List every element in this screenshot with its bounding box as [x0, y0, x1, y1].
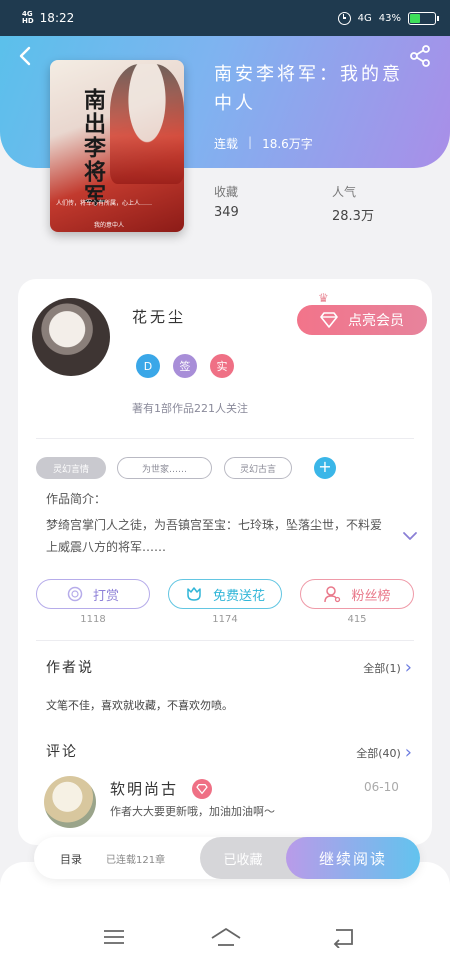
tip-label: 打赏 — [92, 588, 119, 604]
cover-illustration — [110, 64, 184, 184]
book-title: 南安李将军：我的意中人 — [214, 64, 403, 114]
battery-fill — [410, 13, 421, 23]
comment-user[interactable]: 软明尚古 — [110, 778, 178, 799]
cover-blurb: 人们传，将军心有所属，心上人…… — [56, 200, 153, 207]
vip-label: 点亮会员 — [348, 313, 404, 329]
fans-label: 粉丝榜 — [351, 588, 391, 604]
catalog-status: 已连载121章 — [106, 855, 166, 866]
cover-subtitle: 我的意中人 — [94, 222, 125, 229]
fans-button[interactable]: 粉丝榜 — [300, 579, 414, 609]
book-status-line: 连载 | 18.6万字 — [214, 135, 313, 152]
flower-icon — [187, 587, 201, 601]
fans-count: 415 — [347, 614, 367, 625]
tip-count: 1118 — [80, 614, 106, 625]
back-arrow-icon — [19, 46, 31, 66]
home-icon[interactable] — [210, 926, 242, 950]
vip-button[interactable]: 点亮会员 — [297, 305, 427, 335]
coin-icon — [67, 586, 83, 602]
badge-signed: 签 — [173, 354, 197, 378]
flower-label: 免费送花 — [212, 588, 265, 604]
divider — [36, 438, 414, 439]
battery-icon — [408, 11, 439, 25]
stat-value-favorites: 349 — [214, 205, 239, 220]
diamond-icon — [320, 312, 338, 328]
author-says-more[interactable]: 全部(1) › — [363, 657, 412, 678]
add-tag-button[interactable]: + — [314, 457, 336, 479]
chevron-down-icon[interactable] — [402, 528, 418, 544]
chevron-right-icon: › — [404, 742, 412, 763]
catalog-button[interactable]: 目录 — [60, 851, 82, 867]
crown-icon: ♛ — [318, 291, 329, 305]
divider — [36, 640, 414, 641]
flower-button[interactable]: 免费送花 — [168, 579, 282, 609]
comment-date: 06-10 — [364, 780, 399, 794]
user-icon — [324, 586, 341, 603]
intro-text: 梦绮宫掌门人之徒，为吾镇宫至宝：七玲珠，坠落尘世，不料爱上威震八方的将军…… — [46, 518, 383, 554]
network-hd: HD — [22, 17, 34, 25]
author-note: 文笔不佳，喜欢就收藏，不喜欢勿喷。 — [46, 699, 233, 712]
diamond-icon — [192, 779, 212, 799]
status-left: 4G HD 18:22 — [22, 11, 75, 26]
author-meta: 著有1部作品221人关注 — [132, 402, 248, 415]
book-status: 连载 — [214, 137, 239, 151]
continue-reading-button[interactable]: 继续阅读 — [286, 837, 420, 879]
comments-more-label: 全部(40) — [356, 747, 401, 760]
book-cover[interactable]: 南出李将军 人们传，将军心有所属，心上人…… 我的意中人 — [50, 60, 184, 232]
comments-title: 评论 — [46, 744, 78, 760]
battery-percent: 43% — [378, 12, 401, 24]
tip-button[interactable]: 打赏 — [36, 579, 150, 609]
author-says-more-label: 全部(1) — [363, 662, 401, 675]
stat-label-popularity: 人气 — [332, 185, 357, 199]
network-right: 4G — [357, 12, 372, 24]
saved-label: 已收藏 — [223, 852, 263, 868]
clock: 18:22 — [39, 11, 75, 25]
cover-title: 南出李将军 — [80, 88, 106, 208]
comment-text: 作者大大要更新哦，加油加油啊～ — [110, 805, 275, 818]
network-indicator: 4G HD — [22, 11, 34, 25]
stat-value-popularity: 28.3万 — [332, 209, 374, 224]
flower-count: 1174 — [212, 614, 238, 625]
stat-label-favorites: 收藏 — [214, 185, 239, 199]
badge-level: D — [136, 354, 160, 378]
comments-more[interactable]: 全部(40) › — [356, 742, 412, 763]
chevron-right-icon: › — [404, 657, 412, 678]
menu-icon[interactable] — [101, 926, 129, 950]
back-button[interactable] — [14, 44, 38, 68]
tag-category[interactable]: 灵幻古言 — [224, 457, 292, 479]
word-count: 18.6万字 — [262, 137, 313, 151]
status-separator: | — [248, 135, 253, 149]
author-says-title: 作者说 — [46, 660, 94, 676]
comment-avatar[interactable] — [44, 776, 96, 828]
tag-genre[interactable]: 灵幻言情 — [36, 457, 106, 479]
author-avatar[interactable] — [32, 298, 110, 376]
badge-verified: 实 — [210, 354, 234, 378]
author-name[interactable]: 花无尘 — [132, 306, 186, 327]
status-bar: 4G HD 18:22 4G 43% — [0, 0, 450, 36]
status-right: 4G 43% — [337, 11, 439, 25]
alarm-icon — [337, 11, 351, 25]
tag-custom[interactable]: 为世家…… — [117, 457, 212, 479]
back-nav-icon[interactable] — [330, 926, 358, 950]
intro-label: 作品简介： — [46, 492, 107, 506]
